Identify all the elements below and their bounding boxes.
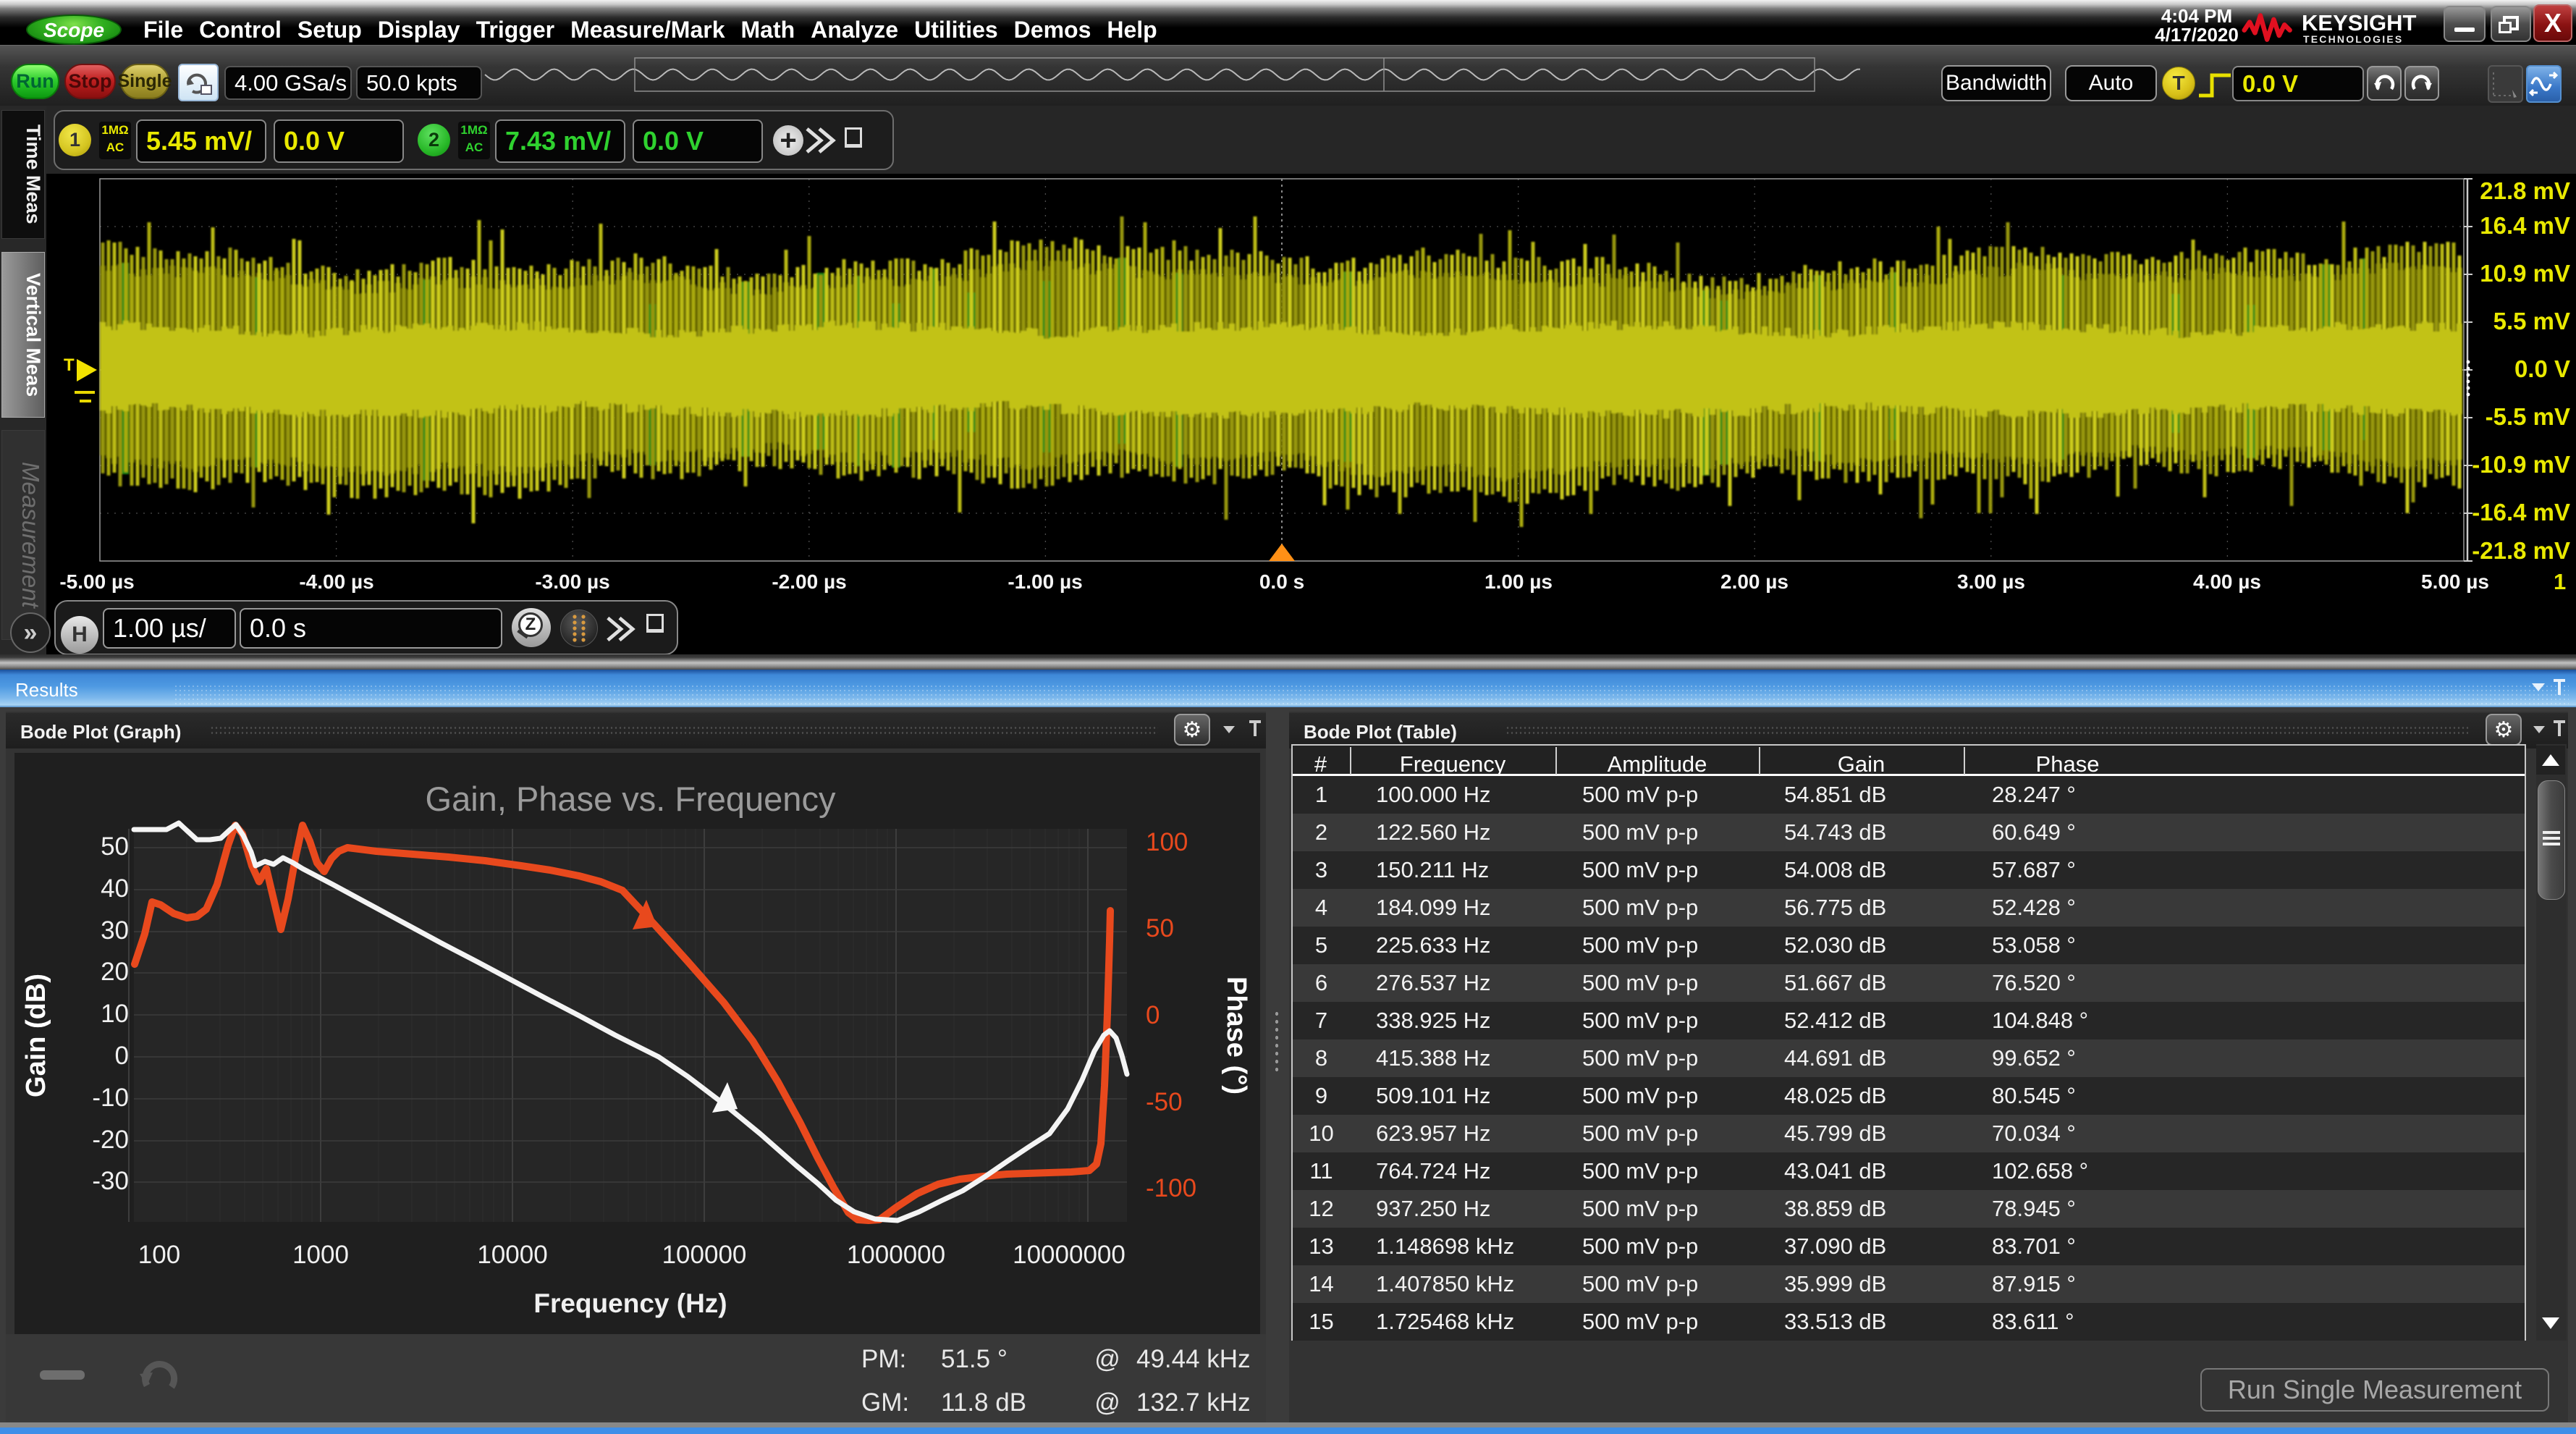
svg-text:T: T bbox=[64, 355, 75, 375]
